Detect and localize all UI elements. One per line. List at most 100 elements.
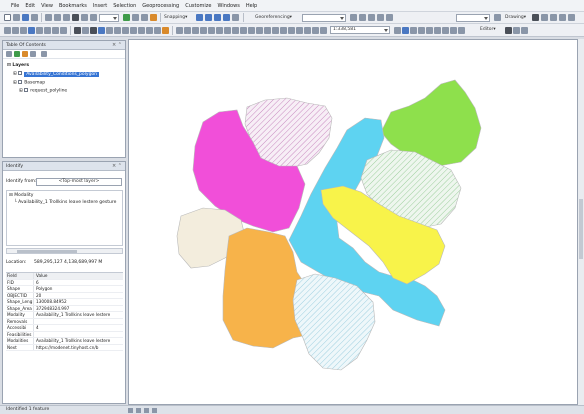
layout-tool-10-icon[interactable]: [248, 27, 255, 34]
zoom-in-icon[interactable]: [4, 27, 11, 34]
add-data-icon[interactable]: [123, 14, 130, 21]
text-entry-combo[interactable]: [456, 14, 490, 22]
create-viewer-icon[interactable]: [162, 27, 169, 34]
layout-tool-21-icon[interactable]: [442, 27, 449, 34]
time-slider-icon[interactable]: [154, 27, 161, 34]
layout-tool-12-icon[interactable]: [264, 27, 271, 34]
map-vertical-scrollbar[interactable]: [578, 39, 584, 405]
map-polygons[interactable]: [129, 40, 579, 406]
layout-tool-5-icon[interactable]: [208, 27, 215, 34]
identify-results-tree[interactable]: ⊟ Modality └ Availability_1 Trollkins le…: [6, 190, 123, 246]
html-popup-icon[interactable]: [146, 27, 153, 34]
save-icon[interactable]: [22, 14, 29, 21]
georeferencing-dropdown[interactable]: Georeferencing▾: [255, 14, 292, 22]
text-icon[interactable]: [559, 14, 566, 21]
sublayer-visibility-checkbox[interactable]: [24, 88, 29, 92]
identify-from-dropdown[interactable]: <Top-most layer>: [36, 178, 122, 186]
layout-tool-7-icon[interactable]: [224, 27, 231, 34]
zoom-out-icon[interactable]: [12, 27, 19, 34]
select-elements-icon[interactable]: [532, 14, 539, 21]
drawing-dropdown[interactable]: Drawing▾: [505, 14, 526, 22]
modelbuilder-icon[interactable]: [418, 27, 425, 34]
edge-snapping-icon[interactable]: [223, 14, 230, 21]
layout-tool-11-icon[interactable]: [256, 27, 263, 34]
edit-annotation-icon[interactable]: [513, 27, 520, 34]
layout-tool-4-icon[interactable]: [200, 27, 207, 34]
full-extent-icon[interactable]: [28, 27, 35, 34]
search-window-icon[interactable]: [426, 27, 433, 34]
toc-options-icon[interactable]: [41, 51, 47, 57]
rotate-icon[interactable]: [541, 14, 548, 21]
menu-selection[interactable]: Selection: [110, 3, 139, 9]
georef-rotate-icon[interactable]: [359, 14, 366, 21]
delete-icon[interactable]: [72, 14, 79, 21]
list-by-source-icon[interactable]: [14, 51, 20, 57]
list-by-drawing-order-icon[interactable]: [6, 51, 12, 57]
find-icon[interactable]: [106, 27, 113, 34]
select-features-icon[interactable]: [74, 27, 81, 34]
list-by-selection-icon[interactable]: [30, 51, 36, 57]
basemap-visibility-checkbox[interactable]: [18, 80, 23, 84]
layout-tool-16-icon[interactable]: [296, 27, 303, 34]
menu-help[interactable]: Help: [243, 3, 260, 9]
undo-icon[interactable]: [81, 14, 88, 21]
georef-layer-combo[interactable]: [302, 14, 346, 22]
georef-links-icon[interactable]: [377, 14, 384, 21]
fixed-zoom-out-icon[interactable]: [44, 27, 51, 34]
forward-extent-icon[interactable]: [60, 27, 67, 34]
arctoolbox-icon[interactable]: [402, 27, 409, 34]
georef-shift-icon[interactable]: [368, 14, 375, 21]
menu-file[interactable]: File: [8, 3, 22, 9]
layer-row-selected[interactable]: ⊞ Availability_Conditions_polygon: [13, 71, 100, 78]
layout-tool-17-icon[interactable]: [304, 27, 311, 34]
results-icon[interactable]: [434, 27, 441, 34]
table-of-contents-icon[interactable]: [141, 14, 148, 21]
find-route-icon[interactable]: [114, 27, 121, 34]
pause-drawing-icon[interactable]: [152, 408, 157, 413]
open-icon[interactable]: [13, 14, 20, 21]
point-snapping-icon[interactable]: [196, 14, 203, 21]
layout-tool-20-icon[interactable]: [394, 27, 401, 34]
basemap-row[interactable]: ⊞ Basemap: [13, 80, 45, 87]
layout-tool-13-icon[interactable]: [272, 27, 279, 34]
measure-icon[interactable]: [130, 27, 137, 34]
back-extent-icon[interactable]: [52, 27, 59, 34]
layout-tool-2-icon[interactable]: [184, 27, 191, 34]
menu-windows[interactable]: Windows: [214, 3, 242, 9]
paste-icon[interactable]: [63, 14, 70, 21]
sublayer-row[interactable]: ⊞ request_polyline: [19, 88, 67, 95]
toc-close-icon[interactable]: × ⌃: [112, 41, 122, 50]
go-to-xy-icon[interactable]: [122, 27, 129, 34]
menu-view[interactable]: View: [38, 3, 56, 9]
python-icon[interactable]: [410, 27, 417, 34]
identify-close-icon[interactable]: × ⌃: [112, 162, 122, 171]
scale-input[interactable]: [99, 14, 119, 22]
layout-tool-18-icon[interactable]: [312, 27, 319, 34]
rectangle-icon[interactable]: [550, 14, 557, 21]
layout-tool-14-icon[interactable]: [280, 27, 287, 34]
print-icon[interactable]: [31, 14, 38, 21]
snapping-dropdown[interactable]: Snapping▾: [164, 14, 187, 22]
map-canvas[interactable]: [128, 39, 578, 405]
layer-visibility-checkbox[interactable]: [18, 71, 23, 75]
end-snapping-icon[interactable]: [205, 14, 212, 21]
georef-tool-icon[interactable]: [350, 14, 357, 21]
layout-tool-3-icon[interactable]: [192, 27, 199, 34]
edit-tool-icon[interactable]: [505, 27, 512, 34]
layout-tool-22-icon[interactable]: [450, 27, 457, 34]
georef-table-icon[interactable]: [386, 14, 393, 21]
layout-tool-15-icon[interactable]: [288, 27, 295, 34]
redo-icon[interactable]: [90, 14, 97, 21]
straight-segment-icon[interactable]: [521, 27, 528, 34]
layout-tool-23-icon[interactable]: [458, 27, 465, 34]
results-horizontal-scrollbar[interactable]: [6, 248, 123, 254]
snapping-options-icon[interactable]: [232, 14, 239, 21]
vertex-snapping-icon[interactable]: [214, 14, 221, 21]
copy-icon[interactable]: [54, 14, 61, 21]
menu-insert[interactable]: Insert: [90, 3, 110, 9]
new-document-icon[interactable]: [4, 14, 11, 21]
editor-dropdown[interactable]: Editor▾: [480, 26, 496, 34]
result-root-node[interactable]: ⊟ Modality: [9, 193, 33, 199]
editor-toolbar-icon[interactable]: [132, 14, 139, 21]
menu-customize[interactable]: Customize: [182, 3, 214, 9]
